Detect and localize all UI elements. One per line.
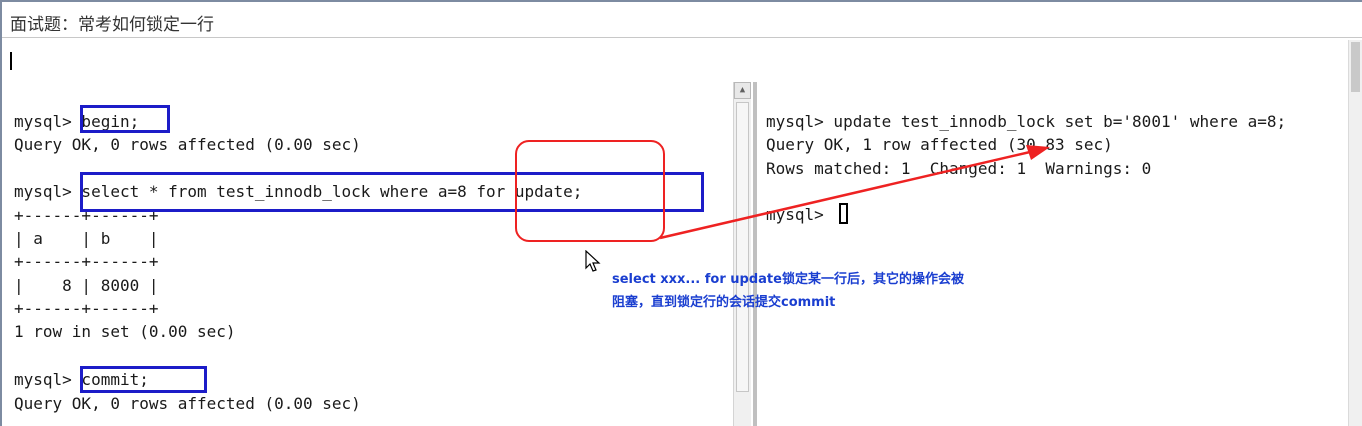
annotation-text-line-1: select xxx... for update锁定某一行后，其它的操作会被 [612,272,964,287]
annotation-arrow [659,145,1050,240]
mouse-pointer-icon [585,250,601,272]
arrow-line [659,150,1031,240]
arrow-head [1026,145,1050,160]
annotation-text-line-2: 阻塞，直到锁定行的会话提交commit [612,295,836,310]
